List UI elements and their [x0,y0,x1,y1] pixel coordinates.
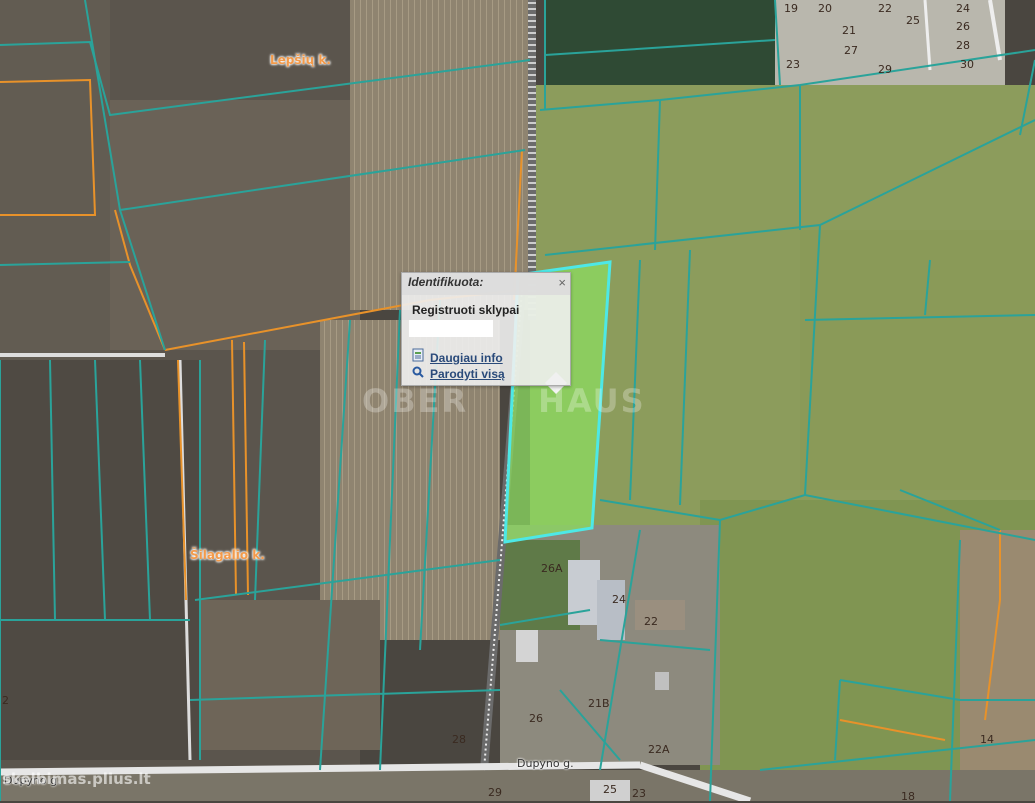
parcel-number: 28 [956,39,970,52]
parcel-number: 25 [603,783,617,796]
parcel-number: 14 [980,733,994,746]
parcel-number: 22 [644,615,658,628]
place-label-silagalio: Šilagalio k. [190,548,265,562]
parcel-number: 29 [878,63,892,76]
parcel-number: 22A [648,743,670,756]
parcel-number: 24 [612,593,626,606]
parcel-number: 23 [632,787,646,800]
parcel-number: 19 [784,2,798,15]
parcel-number: 27 [844,44,858,57]
building [635,600,685,630]
magnifier-icon [412,366,426,381]
parcel-number: 26A [541,562,563,575]
parcel-number: 21B [588,697,610,710]
building [516,630,538,662]
place-label-lepsiu: Lepšių k. [270,53,331,67]
identify-popup: Identifikuota: × Registruoti sklypai Dau… [401,272,571,386]
parcel-number: 21 [842,24,856,37]
popup-subtitle: Registruoti sklypai [412,303,520,317]
more-info-label: Daugiau info [430,351,503,365]
parcel-number: 2 [2,694,9,707]
crop-field-east-2 [800,230,1035,490]
popup-title: Identifikuota: [402,273,570,295]
parcel-number: 29 [488,786,502,799]
street-label-dupyno: Dupyno g. [517,757,574,770]
parcel-number: 30 [960,58,974,71]
dark-field-southwest [0,360,200,760]
show-all-link[interactable]: Parodyti visą [412,366,505,381]
close-icon[interactable]: × [558,275,566,290]
field-patch-1 [110,100,360,350]
furrowed-field-southwest [200,600,380,750]
furrowed-field-north [350,0,528,310]
parcel-number: 20 [818,2,832,15]
show-all-label: Parodyti visą [430,367,505,381]
parcel-number: 22 [878,2,892,15]
parcel-number: 26 [956,20,970,33]
building [568,560,600,625]
parcel-number: 23 [786,58,800,71]
plots-southeast [960,530,1035,770]
building [655,672,669,690]
more-info-link[interactable]: Daugiau info [412,348,503,365]
bottom-strip [0,770,1035,801]
parcel-number: 24 [956,2,970,15]
parcel-number: 28 [452,733,466,746]
parcel-number: 25 [906,14,920,27]
redacted-parcel-id [409,320,493,337]
building [597,580,625,640]
parcel-number: 18 [901,790,915,803]
parcel-number: 26 [529,712,543,725]
source-watermark: skelbimas.plius.lt [2,770,151,788]
ober-haus-watermark: OBER HAUS [362,382,646,420]
document-info-icon [412,348,426,365]
